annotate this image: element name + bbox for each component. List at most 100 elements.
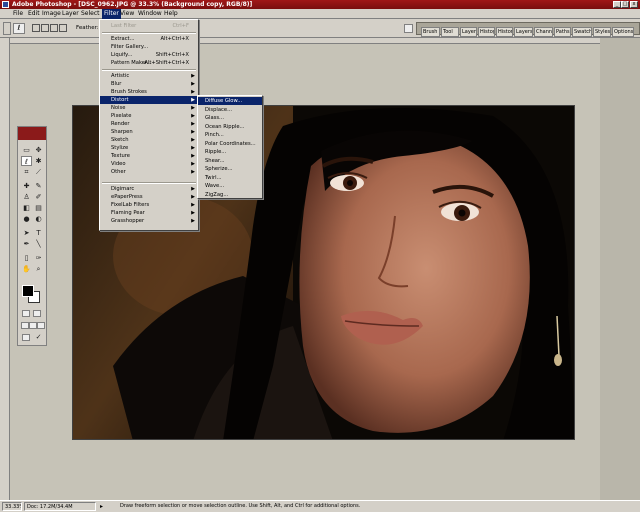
eraser-tool-icon[interactable]: ◧	[21, 203, 32, 213]
tab-swatches[interactable]: Swatches	[572, 27, 592, 37]
screen-mode-menubar-button[interactable]	[29, 322, 37, 329]
menu-item-liquify[interactable]: Liquify... Shift+Ctrl+X	[100, 51, 198, 59]
submenu-item-displace[interactable]: Displace...	[198, 106, 262, 114]
menu-item-distort[interactable]: Distort ▶	[100, 96, 198, 104]
maximize-button[interactable]: □	[621, 1, 629, 8]
tab-layers[interactable]: Layers	[514, 27, 533, 37]
menu-select[interactable]: Select	[81, 9, 100, 19]
menu-item-artistic[interactable]: Artistic ▶	[100, 72, 198, 80]
screen-mode-full-button[interactable]	[37, 322, 45, 329]
document-size[interactable]: Doc: 17.2M/34.4M	[24, 502, 96, 511]
menu-item-epaperpress[interactable]: ePaperPress ▶	[100, 193, 198, 201]
submenu-item-wave[interactable]: Wave...	[198, 182, 262, 190]
submenu-arrow-icon: ▶	[191, 145, 195, 151]
menu-item-extract[interactable]: Extract... Alt+Ctrl+X	[100, 35, 198, 43]
menu-image[interactable]: Image	[42, 9, 61, 19]
zoom-level-field[interactable]: 33.33%	[2, 502, 22, 511]
submenu-item-glass[interactable]: Glass...	[198, 114, 262, 122]
toolbox-header-logo[interactable]	[18, 127, 46, 140]
submenu-item-twirl[interactable]: Twirl...	[198, 174, 262, 182]
menu-window[interactable]: Window	[138, 9, 162, 19]
menu-item-sharpen[interactable]: Sharpen ▶	[100, 128, 198, 136]
tab-layer-comps[interactable]: Layer	[460, 27, 477, 37]
submenu-item-diffuse-glow[interactable]: Diffuse Glow...	[198, 97, 262, 105]
intersect-selection-icon[interactable]	[59, 24, 67, 32]
subtract-selection-icon[interactable]	[50, 24, 58, 32]
tab-styles[interactable]: Styles	[593, 27, 611, 37]
hand-tool-icon[interactable]: ✋	[21, 264, 32, 274]
menu-item-other[interactable]: Other ▶	[100, 168, 198, 176]
gradient-tool-icon[interactable]: ▤	[33, 203, 44, 213]
tab-history[interactable]: Histor	[496, 27, 513, 37]
clone-stamp-tool-icon[interactable]: ♙	[21, 192, 32, 202]
quick-mask-button[interactable]	[33, 310, 41, 317]
menu-layer[interactable]: Layer	[62, 9, 79, 19]
menu-item-brush-strokes[interactable]: Brush Strokes ▶	[100, 88, 198, 96]
menu-item-flaming-pear[interactable]: Flaming Pear ▶	[100, 209, 198, 217]
menu-item-digimarc[interactable]: Digimarc ▶	[100, 185, 198, 193]
new-selection-icon[interactable]	[32, 24, 40, 32]
standard-mode-button[interactable]	[22, 310, 30, 317]
lasso-preset-icon[interactable]: ℓ	[13, 23, 25, 34]
status-arrow-icon[interactable]: ▸	[100, 503, 108, 510]
menu-item-grasshopper[interactable]: Grasshopper ▶	[100, 217, 198, 225]
menu-edit[interactable]: Edit	[28, 9, 40, 19]
shape-tool-icon[interactable]: ╲	[33, 239, 44, 249]
path-selection-tool-icon[interactable]: ➤	[21, 228, 32, 238]
marquee-tool-icon[interactable]: ▭	[21, 145, 32, 155]
menu-item-pixelate[interactable]: Pixelate ▶	[100, 112, 198, 120]
submenu-item-pinch[interactable]: Pinch...	[198, 131, 262, 139]
menu-item-render[interactable]: Render ▶	[100, 120, 198, 128]
eyedropper-tool-icon[interactable]: ✑	[33, 253, 44, 263]
move-tool-icon[interactable]: ✥	[33, 145, 44, 155]
menu-item-blur[interactable]: Blur ▶	[100, 80, 198, 88]
menu-file[interactable]: File	[13, 9, 23, 19]
tab-histogram[interactable]: Histog	[478, 27, 495, 37]
menu-item-noise[interactable]: Noise ▶	[100, 104, 198, 112]
zoom-tool-icon[interactable]: ⌕	[33, 264, 44, 274]
submenu-arrow-icon: ▶	[191, 89, 195, 95]
submenu-item-ocean-ripple[interactable]: Ocean Ripple...	[198, 123, 262, 131]
blur-tool-icon[interactable]: ●	[21, 214, 32, 224]
menu-help[interactable]: Help	[164, 9, 178, 19]
close-button[interactable]: x	[630, 1, 638, 8]
menu-filter[interactable]: Filter	[102, 9, 121, 19]
menu-item-last-filter[interactable]: Last Filter Ctrl+F	[100, 22, 198, 30]
imageready-button[interactable]	[22, 334, 30, 341]
add-selection-icon[interactable]	[41, 24, 49, 32]
menu-view[interactable]: View	[120, 9, 134, 19]
dodge-tool-icon[interactable]: ◐	[33, 214, 44, 224]
menu-item-fixellab-filters[interactable]: FixelLab Filters ▶	[100, 201, 198, 209]
menu-item-texture[interactable]: Texture ▶	[100, 152, 198, 160]
brush-tool-icon[interactable]: ✎	[33, 181, 44, 191]
tab-paths[interactable]: Paths	[554, 27, 571, 37]
jump-to-imageready-icon[interactable]: ✓	[33, 332, 44, 342]
file-browser-icon[interactable]	[404, 24, 413, 33]
menu-item-sketch[interactable]: Sketch ▶	[100, 136, 198, 144]
submenu-item-zigzag[interactable]: ZigZag...	[198, 191, 262, 199]
foreground-color-swatch[interactable]	[22, 285, 34, 297]
pen-tool-icon[interactable]: ✒	[21, 239, 32, 249]
lasso-tool-icon[interactable]: ℓ	[21, 156, 32, 166]
magic-wand-tool-icon[interactable]: ✱	[33, 156, 44, 166]
type-tool-icon[interactable]: T	[33, 228, 44, 238]
slice-tool-icon[interactable]: ⟋	[33, 167, 44, 177]
tab-options[interactable]: Options	[612, 27, 634, 37]
submenu-item-spherize[interactable]: Spherize...	[198, 165, 262, 173]
menu-item-pattern-maker[interactable]: Pattern Maker... Alt+Shift+Ctrl+X	[100, 59, 198, 67]
submenu-item-polar-coordinates[interactable]: Polar Coordinates...	[198, 140, 262, 148]
history-brush-tool-icon[interactable]: ✐	[33, 192, 44, 202]
tab-brush[interactable]: Brush	[421, 27, 440, 37]
menu-item-stylize[interactable]: Stylize ▶	[100, 144, 198, 152]
submenu-item-ripple[interactable]: Ripple...	[198, 148, 262, 156]
tab-channels[interactable]: Channels	[534, 27, 553, 37]
tab-tool-presets[interactable]: Tool	[441, 27, 459, 37]
submenu-item-shear[interactable]: Shear...	[198, 157, 262, 165]
menu-item-filter-gallery[interactable]: Filter Gallery...	[100, 43, 198, 51]
screen-mode-standard-button[interactable]	[21, 322, 29, 329]
menu-item-video[interactable]: Video ▶	[100, 160, 198, 168]
minimize-button[interactable]: _	[613, 1, 621, 8]
crop-tool-icon[interactable]: ⌗	[21, 167, 32, 177]
notes-tool-icon[interactable]: ▯	[21, 253, 32, 263]
healing-brush-tool-icon[interactable]: ✚	[21, 181, 32, 191]
